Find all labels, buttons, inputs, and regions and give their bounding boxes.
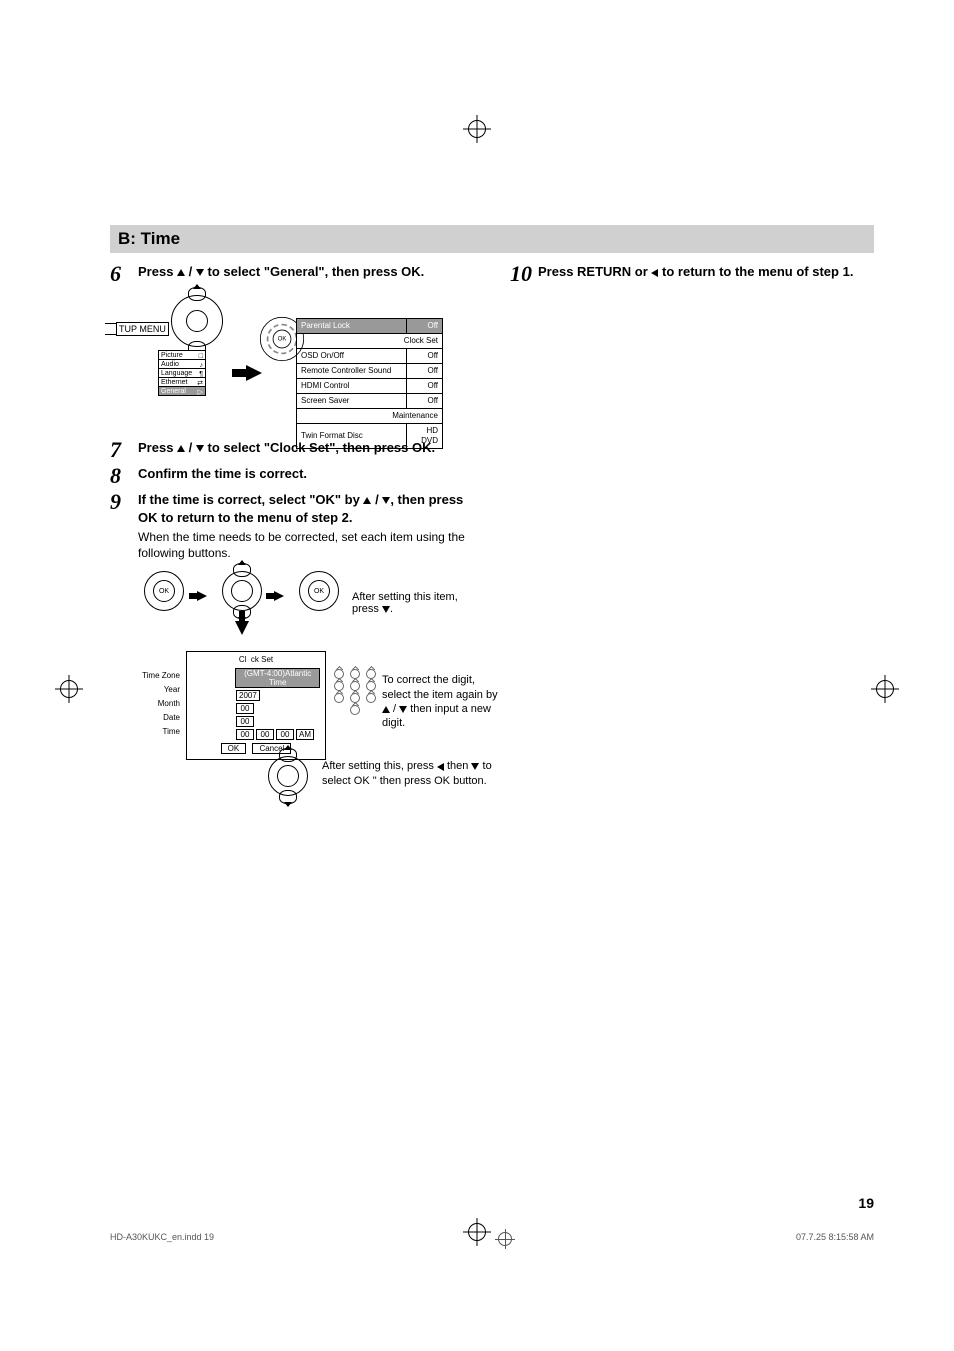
correct-digit-note: To correct the digit, select the item ag… — [382, 673, 502, 730]
label-month: Month — [134, 697, 184, 711]
step-9-note: When the time needs to be corrected, set… — [138, 529, 480, 561]
setting-remote-sound: Remote Controller SoundOff — [297, 364, 443, 379]
up-arrow-icon — [363, 497, 371, 504]
setup-menu-label: TUP MENU — [116, 322, 169, 336]
down-arrow-icon — [399, 706, 407, 713]
dpad-updown-icon — [171, 295, 223, 347]
tz-value: (GMT-4:00)Atlantic Time — [235, 668, 320, 688]
label-year: Year — [134, 683, 184, 697]
setup-menu-figure: TUP MENU OK Picture□ Audio♪ Language¶ Et… — [116, 295, 480, 425]
time-s-value: 00 — [276, 729, 294, 740]
step-8: 8 Confirm the time is correct. — [110, 465, 480, 487]
down-arrow-icon — [196, 445, 204, 452]
setting-twin-format: Twin Format DiscHD DVD — [297, 424, 443, 449]
step-number: 10 — [510, 263, 538, 285]
setting-hdmi: HDMI ControlOff — [297, 379, 443, 394]
setting-maintenance: Maintenance — [297, 409, 443, 424]
registration-mark-top — [468, 120, 486, 138]
left-column: 6 Press / to select "General", then pres… — [110, 263, 480, 821]
dpad-updown-icon — [268, 756, 308, 796]
footer-right: 07.7.25 8:15:58 AM — [796, 1232, 874, 1246]
arrow-right-icon — [197, 591, 207, 601]
up-arrow-icon — [177, 269, 185, 276]
setting-screensaver: Screen SaverOff — [297, 394, 443, 409]
step-9: 9 If the time is correct, select "OK" by… — [110, 491, 480, 561]
right-column: 10 Press RETURN or to return to the menu… — [510, 263, 874, 821]
registration-mark-left — [60, 680, 78, 698]
page-content: B: Time 6 Press / to select "General", t… — [110, 225, 874, 1211]
clock-set-title: Clock Set — [192, 655, 320, 664]
step-9-text: If the time is correct, select "OK" by /… — [138, 491, 480, 526]
up-arrow-icon — [177, 445, 185, 452]
step-6: 6 Press / to select "General", then pres… — [110, 263, 480, 285]
setting-osd: OSD On/OffOff — [297, 349, 443, 364]
step-number: 8 — [110, 465, 138, 487]
year-value: 2007 — [236, 690, 260, 701]
dpad-updown-icon — [222, 571, 262, 611]
step-10-text: Press RETURN or to return to the menu of… — [538, 263, 874, 281]
step-8-text: Confirm the time is correct. — [138, 465, 480, 483]
ok-button-label: OK — [221, 743, 247, 754]
arrow-down-icon — [235, 621, 249, 635]
step-6-text: Press / to select "General", then press … — [138, 263, 480, 281]
down-arrow-icon — [382, 497, 390, 504]
clock-set-figure: OK OK After setting this item, press . — [134, 571, 480, 821]
label-date: Date — [134, 711, 184, 725]
step-number: 9 — [110, 491, 138, 513]
step-10: 10 Press RETURN or to return to the menu… — [510, 263, 874, 285]
arrow-right-icon — [274, 591, 284, 601]
label-time: Time — [134, 725, 184, 739]
dpad-ok-icon: OK — [299, 571, 339, 611]
step-number: 7 — [110, 439, 138, 461]
down-arrow-icon — [382, 606, 390, 613]
registration-mark-right — [876, 680, 894, 698]
dpad-ok-icon: OK — [144, 571, 184, 611]
left-arrow-icon — [651, 269, 658, 277]
after-setting-this-note: After setting this, press then to select… — [322, 759, 497, 788]
setting-parental-lock: Parental LockOff — [297, 319, 443, 334]
after-setting-item-note: After setting this item, press . — [352, 591, 480, 615]
up-arrow-icon — [382, 706, 390, 713]
down-arrow-icon — [471, 763, 479, 770]
print-footer: HD-A30KUKC_en.indd 19 07.7.25 8:15:58 AM — [110, 1232, 874, 1246]
left-arrow-icon — [437, 763, 444, 771]
footer-left: HD-A30KUKC_en.indd 19 — [110, 1232, 214, 1246]
menu-item-general: General▷ — [158, 386, 206, 396]
digit-entry-grid-icon — [334, 669, 376, 717]
arrow-right-icon — [246, 365, 262, 381]
down-arrow-icon — [196, 269, 204, 276]
time-h-value: 00 — [236, 729, 254, 740]
step-number: 6 — [110, 263, 138, 285]
setting-clock-set: Clock Set — [297, 334, 443, 349]
time-ap-value: AM — [296, 729, 314, 740]
date-value: 00 — [236, 716, 254, 727]
section-header: B: Time — [110, 225, 874, 253]
setup-menu-list: Picture□ Audio♪ Language¶ Ethernet⇄ Gene… — [158, 350, 206, 395]
page-number: 19 — [858, 1195, 874, 1211]
clock-row-labels: Time Zone Year Month Date Time — [134, 669, 184, 739]
time-m-value: 00 — [256, 729, 274, 740]
clock-set-box: Clock Set .(GMT-4:00)Atlantic Time .2007… — [186, 651, 326, 760]
month-value: 00 — [236, 703, 254, 714]
general-icon: ▷ — [198, 388, 203, 398]
label-tz: Time Zone — [134, 669, 184, 683]
general-settings-table: Parental LockOff Clock Set OSD On/OffOff… — [296, 318, 443, 449]
registration-mark-icon — [498, 1232, 512, 1246]
